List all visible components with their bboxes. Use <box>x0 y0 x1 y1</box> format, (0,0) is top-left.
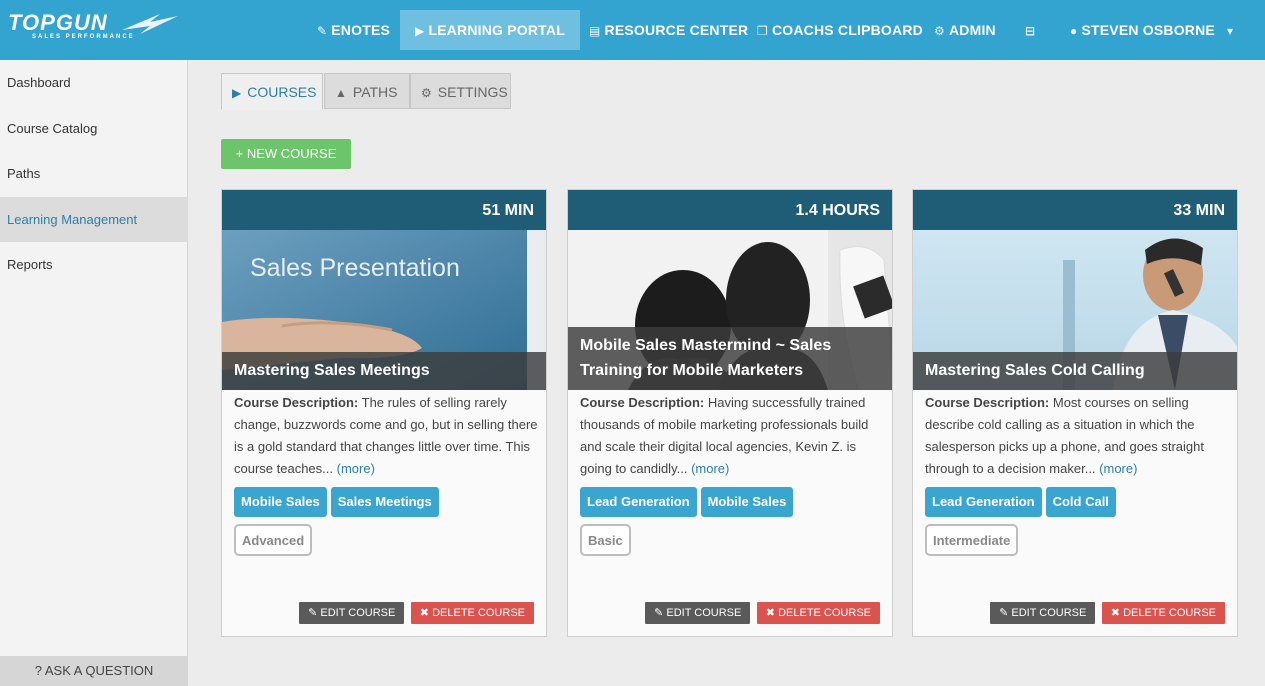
thumbnail-caption: Sales Presentation <box>250 254 460 282</box>
user-icon: ● <box>1070 24 1078 38</box>
sidebar-item-learning-management[interactable]: Learning Management <box>0 197 188 242</box>
delete-course-button[interactable]: ✖ DELETE COURSE <box>756 602 880 624</box>
inbox-icon: ⊟ <box>1025 24 1036 38</box>
edit-course-label: EDIT COURSE <box>1011 607 1087 619</box>
nav-learning-portal[interactable]: ▶ LEARNING PORTAL <box>400 10 580 50</box>
topgun-logo[interactable]: TOPGUN SALES PERFORMANCE <box>8 10 180 50</box>
more-link[interactable]: (more) <box>1099 461 1137 476</box>
delete-course-button[interactable]: ✖ DELETE COURSE <box>410 602 534 624</box>
edit-course-button[interactable]: ✎ EDIT COURSE <box>645 602 751 624</box>
tag[interactable]: Lead Generation <box>580 487 697 517</box>
nav-coachs-clipboard-label: COACHS CLIPBOARD <box>771 22 923 38</box>
new-course-button[interactable]: + NEW COURSE <box>221 139 351 169</box>
course-tags: Lead Generation Mobile Sales Basic <box>580 487 886 556</box>
tag[interactable]: Sales Meetings <box>330 487 439 517</box>
tab-settings[interactable]: ⚙ SETTINGS <box>410 73 511 109</box>
edit-icon: ✎ <box>999 607 1012 619</box>
tag[interactable]: Lead Generation <box>925 487 1042 517</box>
play-circle-icon: ▶ <box>415 24 425 38</box>
course-description: Course Description: Having successfully … <box>580 392 884 480</box>
delete-course-label: DELETE COURSE <box>1123 607 1216 619</box>
road-icon: ▲ <box>335 86 347 100</box>
document-icon: ▤ <box>589 24 601 38</box>
tab-courses[interactable]: ▶ COURSES <box>221 73 323 110</box>
delete-course-label: DELETE COURSE <box>778 607 871 619</box>
edit-course-label: EDIT COURSE <box>320 607 396 619</box>
close-icon: ✖ <box>419 607 433 619</box>
inbox-button[interactable]: ⊟ <box>1025 10 1039 50</box>
tab-paths-label: PATHS <box>352 84 398 100</box>
nav-enotes-label: ENOTES <box>331 22 391 38</box>
lightning-icon <box>122 14 178 34</box>
course-card: 33 MIN Mastering Sales Cold Calling Cour… <box>912 189 1238 637</box>
course-duration: 33 MIN <box>913 190 1237 230</box>
delete-course-button[interactable]: ✖ DELETE COURSE <box>1101 602 1225 624</box>
course-title[interactable]: Mobile Sales Mastermind ~ Sales Training… <box>568 327 892 390</box>
course-tags: Mobile Sales Sales Meetings Advanced <box>234 487 540 556</box>
gear-icon: ⚙ <box>421 86 432 100</box>
sidebar-item-course-catalog[interactable]: Course Catalog <box>0 106 188 151</box>
course-card: 51 MIN Sales Presentation Mastering Sale… <box>221 189 547 637</box>
sidebar: Dashboard Course Catalog Paths Learning … <box>0 60 188 686</box>
ask-question-button[interactable]: ? ASK A QUESTION <box>0 656 188 686</box>
edit-course-button[interactable]: ✎ EDIT COURSE <box>299 602 405 624</box>
tag[interactable]: Cold Call <box>1045 487 1116 517</box>
tag[interactable]: Mobile Sales <box>700 487 794 517</box>
description-label: Course Description: <box>234 395 359 410</box>
tab-courses-label: COURSES <box>247 84 317 100</box>
course-actions: ✎ EDIT COURSE ✖ DELETE COURSE <box>988 602 1225 624</box>
course-title[interactable]: Mastering Sales Meetings <box>222 352 546 390</box>
edit-icon: ✎ <box>654 607 667 619</box>
nav-admin[interactable]: ⚙ ADMIN <box>934 10 996 50</box>
nav-resource-center[interactable]: ▤ RESOURCE CENTER <box>589 10 748 50</box>
gears-icon: ⚙ <box>934 24 945 38</box>
user-name: STEVEN OSBORNE <box>1081 22 1215 38</box>
nav-enotes[interactable]: ✎ ENOTES <box>317 10 390 50</box>
course-duration: 1.4 HOURS <box>568 190 892 230</box>
edit-icon: ✎ <box>308 607 321 619</box>
play-circle-icon: ▶ <box>232 86 242 100</box>
sidebar-item-dashboard[interactable]: Dashboard <box>0 60 188 105</box>
tab-settings-label: SETTINGS <box>437 84 508 100</box>
level-badge: Basic <box>580 524 631 556</box>
caret-down-icon: ▾ <box>1227 24 1234 38</box>
tab-paths[interactable]: ▲ PATHS <box>324 73 410 109</box>
course-thumbnail[interactable]: Mastering Sales Cold Calling <box>913 230 1237 390</box>
sidebar-item-paths[interactable]: Paths <box>0 151 188 196</box>
course-actions: ✎ EDIT COURSE ✖ DELETE COURSE <box>297 602 534 624</box>
tag[interactable]: Mobile Sales <box>234 487 327 517</box>
course-actions: ✎ EDIT COURSE ✖ DELETE COURSE <box>643 602 880 624</box>
course-thumbnail[interactable]: Mobile Sales Mastermind ~ Sales Training… <box>568 230 892 390</box>
level-badge: Advanced <box>234 524 313 556</box>
level-badge: Intermediate <box>925 524 1019 556</box>
top-nav-bar: TOPGUN SALES PERFORMANCE ✎ ENOTES ▶ LEARNI… <box>0 0 1265 60</box>
nav-admin-label: ADMIN <box>948 22 996 38</box>
close-icon: ✖ <box>1110 607 1124 619</box>
more-link[interactable]: (more) <box>337 461 375 476</box>
logo-wordmark: TOPGUN <box>8 10 108 35</box>
nav-resource-center-label: RESOURCE CENTER <box>604 22 749 38</box>
nav-learning-portal-label: LEARNING PORTAL <box>428 22 565 38</box>
close-icon: ✖ <box>765 607 779 619</box>
sidebar-item-reports[interactable]: Reports <box>0 242 188 287</box>
description-label: Course Description: <box>580 395 705 410</box>
edit-course-label: EDIT COURSE <box>666 607 742 619</box>
nav-coachs-clipboard[interactable]: ❐ COACHS CLIPBOARD <box>757 10 923 50</box>
course-description: Course Description: Most courses on sell… <box>925 392 1229 480</box>
user-menu[interactable]: ● STEVEN OSBORNE ▾ <box>1070 10 1237 50</box>
course-thumbnail[interactable]: Sales Presentation Mastering Sales Meeti… <box>222 230 546 390</box>
delete-course-label: DELETE COURSE <box>432 607 525 619</box>
description-label: Course Description: <box>925 395 1050 410</box>
clipboard-icon: ❐ <box>757 24 768 38</box>
course-title[interactable]: Mastering Sales Cold Calling <box>913 352 1237 390</box>
course-description: Course Description: The rules of selling… <box>234 392 538 480</box>
course-card: 1.4 HOURS Mobile Sales Mastermind ~ Sale… <box>567 189 893 637</box>
pencil-icon: ✎ <box>317 24 328 38</box>
edit-course-button[interactable]: ✎ EDIT COURSE <box>990 602 1096 624</box>
more-link[interactable]: (more) <box>691 461 729 476</box>
course-tags: Lead Generation Cold Call Intermediate <box>925 487 1231 556</box>
course-duration: 51 MIN <box>222 190 546 230</box>
